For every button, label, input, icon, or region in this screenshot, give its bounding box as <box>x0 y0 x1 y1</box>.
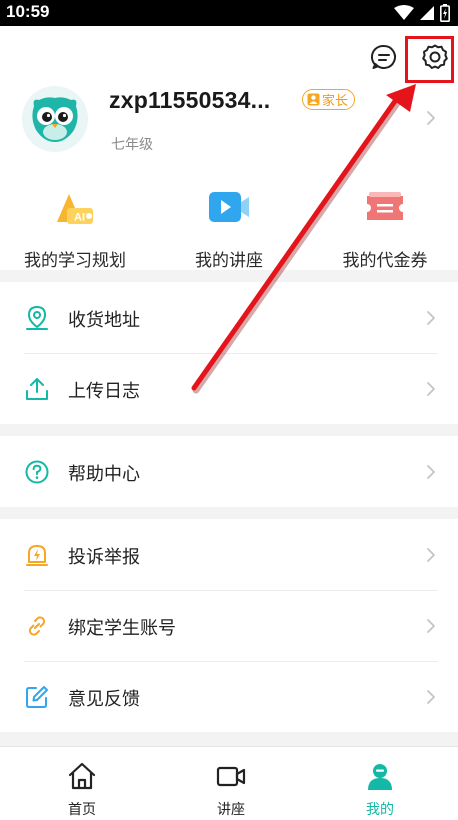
chevron-right-icon <box>427 690 435 704</box>
menu-item-bind-student[interactable]: 绑定学生账号 <box>0 591 458 661</box>
chevron-right-icon <box>427 465 435 479</box>
quick-action-label: 我的学习规划 <box>24 251 126 271</box>
menu-item-complaint-report[interactable]: 投诉举报 <box>0 520 458 590</box>
battery-icon <box>440 4 450 22</box>
link-icon <box>28 616 46 636</box>
section-gap <box>0 424 458 436</box>
video-camera-icon <box>216 766 246 787</box>
tab-mine[interactable]: 我的 <box>320 747 440 820</box>
video-lecture-icon <box>209 192 249 222</box>
menu-item-shipping-address[interactable]: 收货地址 <box>0 283 458 353</box>
chevron-right-icon <box>427 619 435 633</box>
quick-action-lectures[interactable]: 我的讲座 <box>154 186 304 271</box>
profile-chevron-right-icon[interactable] <box>426 110 436 126</box>
menu-item-label: 投诉举报 <box>68 547 140 568</box>
svg-text:AI: AI <box>74 212 85 224</box>
chevron-right-icon <box>427 382 435 396</box>
role-badge: 家长 <box>302 89 356 110</box>
location-pin-icon <box>26 305 48 330</box>
menu-item-label: 收货地址 <box>68 310 140 331</box>
message-button[interactable] <box>368 41 400 73</box>
chevron-right-icon <box>427 548 435 562</box>
menu-item-label: 帮助中心 <box>68 464 140 485</box>
tab-home[interactable]: 首页 <box>22 747 142 820</box>
menu-item-upload-log[interactable]: 上传日志 <box>0 354 458 424</box>
section-gap <box>0 732 458 746</box>
tab-label: 首页 <box>68 802 96 818</box>
tab-label: 讲座 <box>217 802 245 818</box>
status-bar: 10:59 <box>0 0 458 26</box>
quick-action-label: 我的代金券 <box>342 251 428 271</box>
menu-item-feedback[interactable]: 意见反馈 <box>0 662 458 732</box>
section-gap <box>0 270 458 282</box>
menu-item-label: 上传日志 <box>68 381 140 402</box>
report-icon <box>26 545 48 566</box>
upload-icon <box>26 378 48 400</box>
user-icon <box>368 764 392 790</box>
home-icon <box>68 762 96 790</box>
status-time: 10:59 <box>6 2 50 21</box>
voucher-icon <box>367 192 403 220</box>
signal-icon <box>420 6 434 20</box>
username[interactable]: zxp11550534... <box>109 87 270 114</box>
parent-user-icon <box>307 93 320 106</box>
menu-item-help-center[interactable]: 帮助中心 <box>0 437 458 507</box>
status-icons <box>394 4 450 22</box>
quick-action-study-plan[interactable]: AI 我的学习规划 <box>0 186 150 271</box>
owl-mascot-icon <box>22 86 88 152</box>
menu-item-label: 意见反馈 <box>68 689 140 710</box>
menu-item-label: 绑定学生账号 <box>68 618 176 639</box>
section-gap <box>0 507 458 519</box>
ai-plan-icon: AI <box>57 194 93 224</box>
tab-label: 我的 <box>366 802 394 818</box>
grade-label: 七年级 <box>111 137 153 153</box>
feedback-icon <box>26 686 48 708</box>
chat-bubble-icon <box>370 44 396 69</box>
avatar[interactable] <box>22 86 88 152</box>
help-icon <box>25 460 49 484</box>
quick-action-label: 我的讲座 <box>195 251 263 271</box>
wifi-icon <box>394 5 414 20</box>
role-badge-label: 家长 <box>322 94 349 109</box>
bottom-nav: 首页 讲座 我的 <box>0 746 458 820</box>
tab-lectures[interactable]: 讲座 <box>171 747 291 820</box>
chevron-right-icon <box>427 311 435 325</box>
settings-highlight-box <box>405 36 454 83</box>
quick-action-vouchers[interactable]: 我的代金券 <box>310 186 458 271</box>
